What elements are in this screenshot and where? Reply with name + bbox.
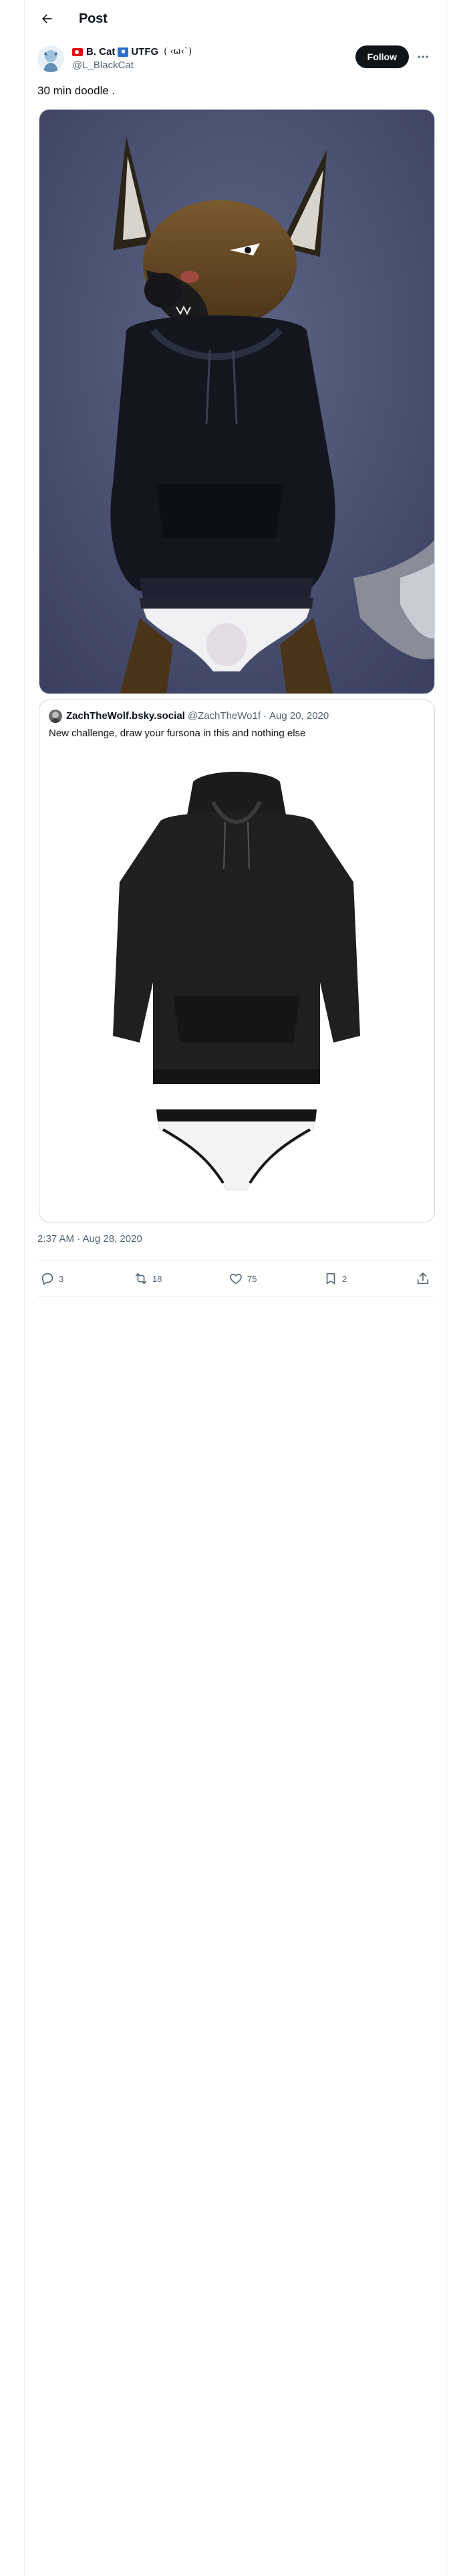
author-row: B. Cat ■ UTFG ( ‹ω‹`) @L_BlackCat Follow — [37, 43, 433, 75]
bookmark-count: 2 — [342, 1273, 347, 1284]
author-display-name[interactable]: B. Cat ■ UTFG ( ‹ω‹`) — [72, 45, 192, 59]
hoodie-underwear-image — [39, 755, 434, 1222]
more-button[interactable] — [413, 47, 433, 67]
display-name-text: B. Cat — [86, 46, 116, 58]
author-handle[interactable]: @L_BlackCat — [72, 59, 192, 72]
divider — [37, 1296, 433, 1297]
quoted-avatar — [49, 710, 62, 723]
column-border-left — [24, 0, 25, 2576]
page-header: Post — [24, 0, 446, 37]
quoted-display-name: ZachTheWolf.bsky.social — [66, 710, 185, 722]
divider — [37, 1260, 433, 1261]
flag-icon: ■ — [118, 47, 129, 57]
display-name-kaomoji: ( ‹ω‹`) — [164, 47, 192, 57]
quoted-post[interactable]: ZachTheWolf.bsky.social @ZachTheWo1f · A… — [39, 700, 435, 1222]
repost-icon — [135, 1273, 147, 1285]
post-image[interactable] — [39, 109, 435, 694]
quoted-separator: · — [263, 710, 267, 722]
share-icon — [417, 1272, 429, 1285]
display-name-suffix: UTFG — [131, 46, 159, 58]
repost-button[interactable]: 18 — [134, 1271, 162, 1286]
avatar[interactable] — [37, 45, 64, 72]
back-button[interactable] — [33, 5, 60, 32]
more-horizontal-icon — [418, 56, 428, 58]
follow-button[interactable]: Follow — [355, 45, 409, 68]
like-button[interactable]: 75 — [229, 1271, 257, 1286]
quoted-text: New challenge, draw your fursona in this… — [49, 728, 306, 739]
illustration — [39, 110, 434, 693]
repost-count: 18 — [152, 1273, 162, 1284]
bookmark-button[interactable]: 2 — [323, 1271, 347, 1286]
share-button[interactable] — [416, 1271, 430, 1286]
flag-icon — [72, 48, 83, 56]
arrow-left-icon — [42, 14, 52, 23]
action-bar: 3 18 75 2 — [37, 1263, 433, 1295]
reply-icon — [41, 1273, 53, 1285]
post-text: 30 min doodle . — [37, 84, 116, 97]
quoted-image — [39, 755, 434, 1222]
page-title: Post — [79, 11, 108, 26]
like-count: 75 — [247, 1273, 257, 1284]
post-timestamp[interactable]: 2:37 AM · Aug 28, 2020 — [37, 1233, 142, 1245]
quoted-date: Aug 20, 2020 — [269, 710, 329, 722]
quoted-handle: @ZachTheWo1f — [187, 710, 261, 722]
quoted-post-header: ZachTheWolf.bsky.social @ZachTheWo1f · A… — [49, 710, 329, 723]
heart-icon — [230, 1273, 242, 1285]
reply-button[interactable]: 3 — [40, 1271, 63, 1286]
reply-count: 3 — [59, 1273, 64, 1284]
bookmark-icon — [326, 1273, 335, 1285]
column-border-right — [446, 0, 447, 2576]
